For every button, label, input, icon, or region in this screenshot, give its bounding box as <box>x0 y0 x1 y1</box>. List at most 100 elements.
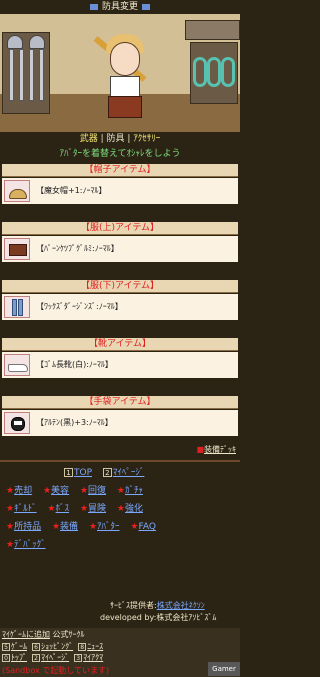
footer-line-3: 0 ﾄｯﾌﾟ 2 ﾏｲﾍﾟｰｼﾞ 3 ﾏｲｱｸﾏ <box>2 652 103 663</box>
necktie-icon <box>89 3 98 10</box>
top-item-row[interactable]: 【ﾊﾟｰﾝｹﾂﾌﾟｸﾞﾙﾐ:ﾉｰﾏﾙ】 <box>2 236 238 262</box>
footer-line-2: 5 ｹﾞｰﾑ 6 ｼｮｯﾋﾟﾝｸﾞ 8 ﾆｭｰｽ <box>2 641 103 652</box>
helmet-icon <box>29 35 45 49</box>
tab-weapon[interactable]: 武器 <box>80 134 98 144</box>
boot-icon <box>4 354 30 376</box>
hat-item-label: 【魔女帽+1:ﾉｰﾏﾙ】 <box>36 186 107 195</box>
bow-rack-right <box>190 42 238 104</box>
key-number-badge: 5 <box>2 643 10 651</box>
menu-link-inventory[interactable]: 所持品 <box>14 522 41 532</box>
page-title-bar: 防具変更 <box>0 0 240 14</box>
equipment-tabs: 武器 | 防具 | ｱｸｾｻﾘｰ <box>0 132 240 146</box>
shirt-icon <box>4 238 30 260</box>
necktie-icon <box>142 3 150 10</box>
menu-link-avatar[interactable]: ｱﾊﾞﾀｰ <box>97 522 120 532</box>
witch-hat-icon <box>4 180 30 202</box>
avatar-pants <box>108 96 142 118</box>
menu-row-3: ★所持品 ★装備 ★ｱﾊﾞﾀｰ ★FAQ <box>6 520 238 534</box>
shoes-item-label: 【ｺﾞﾑ長靴(白):ﾉｰﾏﾙ】 <box>36 360 113 369</box>
menu-link-enhance[interactable]: 強化 <box>125 504 143 514</box>
top-item-label: 【ﾊﾟｰﾝｹﾂﾌﾟｸﾞﾙﾐ:ﾉｰﾏﾙ】 <box>36 244 119 253</box>
section-header-top: 【服(上)アイテム】 <box>2 222 238 235</box>
menu-row-1: ★売却 ★美容 ★回復 ★ｶﾞﾁｬ <box>6 484 238 498</box>
key-number-badge: 0 <box>2 654 10 662</box>
menu-link-faq[interactable]: FAQ <box>138 522 155 532</box>
menu-link-top[interactable]: TOP <box>74 468 92 478</box>
key-number-badge: 2 <box>32 654 41 662</box>
instruction-message: ｱﾊﾞﾀｰを着替えてｵｼｬﾚをしよう <box>59 149 181 159</box>
provider-company-link[interactable]: 株式会社ﾈｸｿﾝ <box>157 601 205 610</box>
tab-armor[interactable]: 防具 <box>106 134 124 144</box>
bottom-item-row[interactable]: 【ﾜｯｸｽﾞﾀﾞｰｼﾞﾝｽﾞ:ﾉｰﾏﾙ】 <box>2 294 238 320</box>
section-header-bottom: 【服(下)アイテム】 <box>2 280 238 293</box>
footer-link-myakuma[interactable]: ﾏｲｱｸﾏ <box>83 653 103 662</box>
footer-link-game[interactable]: ｹﾞｰﾑ <box>11 642 27 651</box>
weapon-rack-left <box>2 32 50 114</box>
helmet-icon <box>7 35 23 49</box>
item-shelf <box>185 20 240 40</box>
gloves-item-row[interactable]: 【ｱﾙﾃﾝ(黒)+3:ﾉｰﾏﾙ】 <box>2 410 238 436</box>
key-number-badge: 6 <box>32 643 41 651</box>
portal-footer: ﾏｲｹﾞｰﾑに追加 公式ｻｰｸﾙ 5 ｹﾞｰﾑ 6 ｼｮｯﾋﾟﾝｸﾞ 8 ﾆｭｰｽ 0… <box>0 628 240 677</box>
menu-link-boss[interactable]: ﾎﾞｽ <box>56 504 70 514</box>
sword-icon <box>19 49 24 101</box>
menu-link-beauty[interactable]: 美容 <box>51 486 69 496</box>
menu-link-sell[interactable]: 売却 <box>14 486 32 496</box>
developer-credit: developed by:株式会社ｱｿﾋﾞｽﾞﾑ <box>100 613 217 622</box>
tab-separator: | <box>124 134 134 144</box>
footer-link-shopping[interactable]: ｼｮｯﾋﾟﾝｸﾞ <box>41 642 73 651</box>
section-header-shoes: 【靴アイテム】 <box>2 338 238 351</box>
section-header-gloves: 【手袋アイテム】 <box>2 396 238 409</box>
footer-link-mypage[interactable]: ﾏｲﾍﾟｰｼﾞ <box>41 653 69 662</box>
provider-label: ｻｰﾋﾞｽ提供者: <box>110 601 157 610</box>
star-icon: ★ <box>6 486 15 496</box>
menu-link-debug[interactable]: ﾃﾞﾊﾞｯｸﾞ <box>14 540 46 550</box>
avatar-face <box>110 42 140 76</box>
equip-deck-label: 装備ﾃﾞｯｷ <box>204 445 236 454</box>
tab-accessory[interactable]: ｱｸｾｻﾘｰ <box>133 134 160 144</box>
menu-link-equipment[interactable]: 装備 <box>60 522 78 532</box>
glove-icon <box>4 412 30 434</box>
star-icon: ★ <box>79 486 89 496</box>
footer-link-top[interactable]: ﾄｯﾌﾟ <box>11 653 27 662</box>
menu-link-mypage[interactable]: ﾏｲﾍﾟｰｼﾞ <box>113 468 145 478</box>
menu-link-guild[interactable]: ｷﾞﾙﾄﾞ <box>14 504 37 514</box>
footer-line-1: ﾏｲｹﾞｰﾑに追加 公式ｻｰｸﾙ <box>2 629 85 640</box>
star-icon: ★ <box>6 540 15 550</box>
star-icon: ★ <box>88 522 98 532</box>
menu-row-4: ★ﾃﾞﾊﾞｯｸﾞ <box>6 538 238 552</box>
sword-icon <box>9 49 14 101</box>
main-menu: 1 TOP 2 ﾏｲﾍﾟｰｼﾞ ★売却 ★美容 ★回復 ★ｶﾞﾁｬ ★ｷﾞﾙﾄﾞ ★… <box>6 466 238 576</box>
sword-icon <box>39 49 44 101</box>
bottom-item-label: 【ﾜｯｸｽﾞﾀﾞｰｼﾞﾝｽﾞ:ﾉｰﾏﾙ】 <box>36 302 123 311</box>
page-title: 防具変更 <box>101 2 138 12</box>
key-number-badge: 3 <box>74 654 83 662</box>
shoes-item-row[interactable]: 【ｺﾞﾑ長靴(白):ﾉｰﾏﾙ】 <box>2 352 238 378</box>
menu-link-gacha[interactable]: ｶﾞﾁｬ <box>125 486 143 496</box>
menu-row-top: 1 TOP 2 ﾏｲﾍﾟｰｼﾞ <box>64 466 296 480</box>
star-icon: ★ <box>6 504 15 514</box>
add-to-my-games-link[interactable]: ﾏｲｹﾞｰﾑに追加 <box>2 630 50 639</box>
menu-link-recover[interactable]: 回復 <box>88 486 106 496</box>
key-number-badge: 1 <box>64 468 73 477</box>
bow-icon <box>193 57 207 87</box>
site-watermark: Gamer <box>208 662 240 676</box>
service-provider: ｻｰﾋﾞｽ提供者:株式会社ﾈｸｿﾝ <box>110 600 238 612</box>
star-icon: ★ <box>116 504 125 514</box>
jeans-icon <box>4 296 30 318</box>
equip-deck-link[interactable]: ■装備ﾃﾞｯｷ <box>0 444 236 456</box>
hat-item-row[interactable]: 【魔女帽+1:ﾉｰﾏﾙ】 <box>2 178 238 204</box>
bow-icon <box>207 57 221 87</box>
menu-link-adventure[interactable]: 冒険 <box>88 504 106 514</box>
bullet-square-icon: ■ <box>196 445 204 454</box>
official-circle-link[interactable]: 公式ｻｰｸﾙ <box>53 630 85 639</box>
bow-icon <box>221 57 235 87</box>
star-icon: ★ <box>51 522 61 532</box>
avatar-shirt <box>110 76 140 98</box>
menu-row-2: ★ｷﾞﾙﾄﾞ ★ﾎﾞｽ ★冒険 ★強化 <box>6 502 238 516</box>
divider <box>0 460 240 462</box>
key-number-badge: 8 <box>78 643 87 651</box>
star-icon: ★ <box>116 486 125 496</box>
star-icon: ★ <box>6 522 15 532</box>
footer-link-news[interactable]: ﾆｭｰｽ <box>87 642 103 651</box>
